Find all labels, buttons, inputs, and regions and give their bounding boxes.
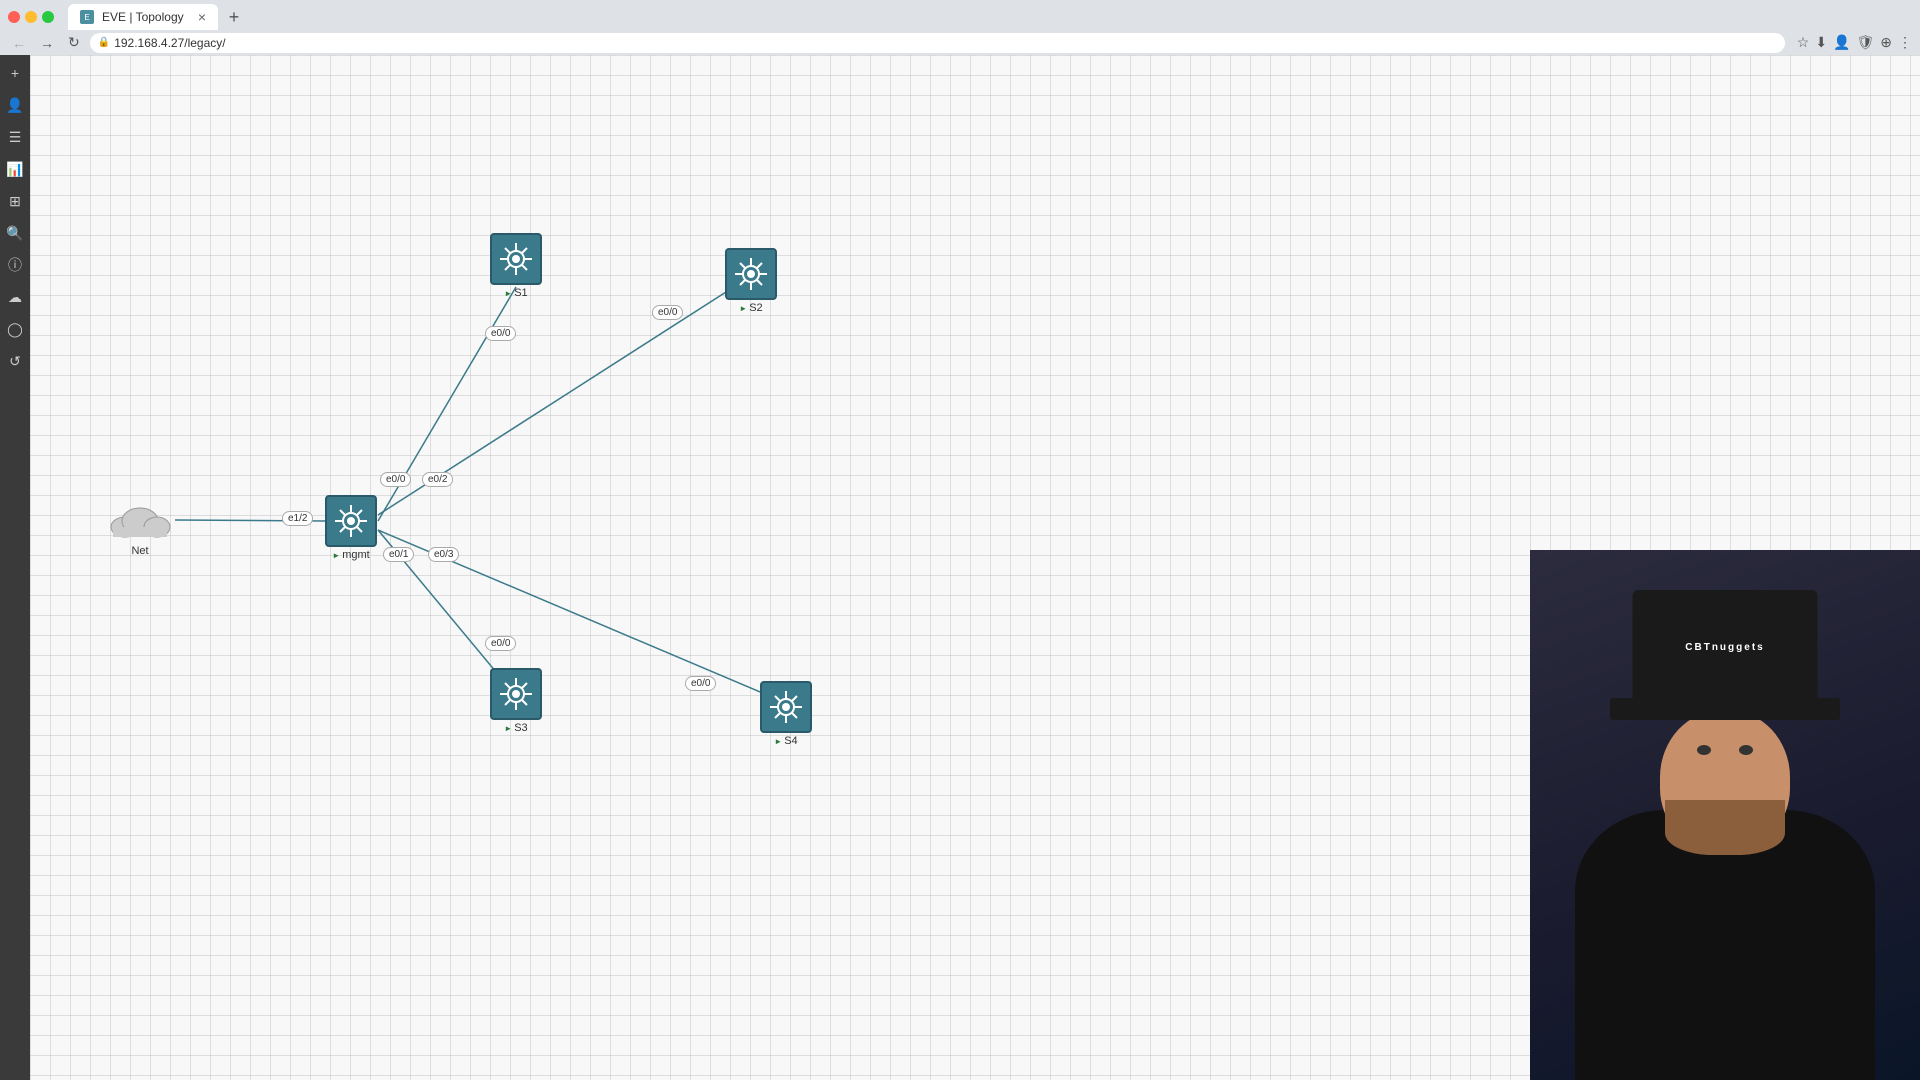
node-s1-icon [490,233,542,285]
switch-s1-icon [498,241,534,277]
sidebar: + 👤 ☰ 📊 ⊞ 🔍 ⓘ ☁ ◯ ↺ [0,55,30,1080]
forward-button[interactable]: → [36,33,58,53]
node-s1[interactable]: ► S1 [490,233,542,299]
iface-s2-e0/0: e0/0 [652,305,683,320]
iface-s1-e0/0: e0/0 [485,326,516,341]
node-mgmt[interactable]: ► mgmt [325,495,377,561]
iface-mgmt-e0/1: e0/1 [383,547,414,562]
iface-s3-e0/0: e0/0 [485,636,516,651]
browser-chrome: E EVE | Topology × + ← → ↻ 🔒 192.168.4.2… [0,0,1920,55]
tab-bar: E EVE | Topology × + [0,0,1920,30]
play-icon-s4: ► [774,737,782,746]
node-s3[interactable]: ► S3 [490,668,542,734]
iface-mgmt-e0/2: e0/2 [422,472,453,487]
bookmark-icon[interactable]: ☆ [1797,34,1810,51]
node-net-label: Net [131,545,148,557]
node-s4[interactable]: ► S4 [760,681,812,747]
sidebar-info-icon[interactable]: ⓘ [5,255,25,275]
main-area: + 👤 ☰ 📊 ⊞ 🔍 ⓘ ☁ ◯ ↺ e0/0 e0/0 e0/0 e0/0 [0,55,1920,1080]
sidebar-add-icon[interactable]: + [5,63,25,83]
node-s4-icon [760,681,812,733]
iface-s4-e0/0: e0/0 [685,676,716,691]
refresh-button[interactable]: ↻ [64,32,84,53]
play-icon-s2: ► [739,304,747,313]
menu-icon[interactable]: ⋮ [1898,34,1912,51]
webcam-background: CBTnuggets [1530,550,1920,1080]
tab-close-button[interactable]: × [198,9,206,25]
sidebar-search-icon[interactable]: 🔍 [5,223,25,243]
sidebar-chart-icon[interactable]: 📊 [5,159,25,179]
maximize-button[interactable] [42,11,54,23]
new-tab-button[interactable]: + [222,5,246,29]
node-s2-label: ► S2 [739,302,762,314]
sidebar-menu-icon[interactable]: ☰ [5,127,25,147]
tab-favicon: E [80,10,94,24]
play-icon-s3: ► [504,724,512,733]
url-text: 192.168.4.27/legacy/ [114,36,225,50]
sidebar-cloud-icon[interactable]: ☁ [5,287,25,307]
download-icon[interactable]: ⬇ [1815,34,1827,51]
extension-icon[interactable]: ⊕ [1880,34,1892,51]
iface-mgmt-e0/0: e0/0 [380,472,411,487]
iface-mgmt-e0/3: e0/3 [428,547,459,562]
node-s1-label: ► S1 [504,287,527,299]
topology-canvas: e0/0 e0/0 e0/0 e0/0 e0/0 e0/2 e0/1 e0/3 … [30,55,1920,1080]
webcam-overlay: CBTnuggets [1530,550,1920,1080]
switch-s4-icon [768,689,804,725]
back-button[interactable]: ← [8,33,30,53]
sidebar-circle-icon[interactable]: ◯ [5,319,25,339]
sidebar-refresh-icon[interactable]: ↺ [5,351,25,371]
tab-title: EVE | Topology [102,10,184,24]
play-icon-mgmt: ► [332,551,340,560]
switch-s3-icon [498,676,534,712]
node-s2-icon [725,248,777,300]
address-bar: ← → ↻ 🔒 192.168.4.27/legacy/ ☆ ⬇ 👤 🛡 ⊕ ⋮ [0,30,1920,55]
window-controls [8,11,54,23]
node-mgmt-icon [325,495,377,547]
switch-s2-icon [733,256,769,292]
close-button[interactable] [8,11,20,23]
node-s3-label: ► S3 [504,722,527,734]
browser-actions: ☆ ⬇ 👤 🛡 ⊕ ⋮ [1797,34,1912,51]
lock-icon: 🔒 [98,37,110,48]
url-bar[interactable]: 🔒 192.168.4.27/legacy/ [90,33,1785,53]
cloud-icon [105,495,175,543]
node-s2[interactable]: ► S2 [725,248,777,314]
play-icon-s1: ► [504,289,512,298]
active-tab[interactable]: E EVE | Topology × [68,4,218,30]
minimize-button[interactable] [25,11,37,23]
node-mgmt-label: ► mgmt [332,549,369,561]
node-s4-label: ► S4 [774,735,797,747]
hat-text: CBTnuggets [1625,642,1825,653]
node-s3-icon [490,668,542,720]
sidebar-grid-icon[interactable]: ⊞ [5,191,25,211]
account-icon[interactable]: 👤 [1833,34,1850,51]
router-icon [333,503,369,539]
node-net[interactable]: Net [105,495,175,557]
shield-icon[interactable]: 🛡 [1856,34,1874,51]
iface-net-e1/2: e1/2 [282,511,313,526]
sidebar-user-icon[interactable]: 👤 [5,95,25,115]
